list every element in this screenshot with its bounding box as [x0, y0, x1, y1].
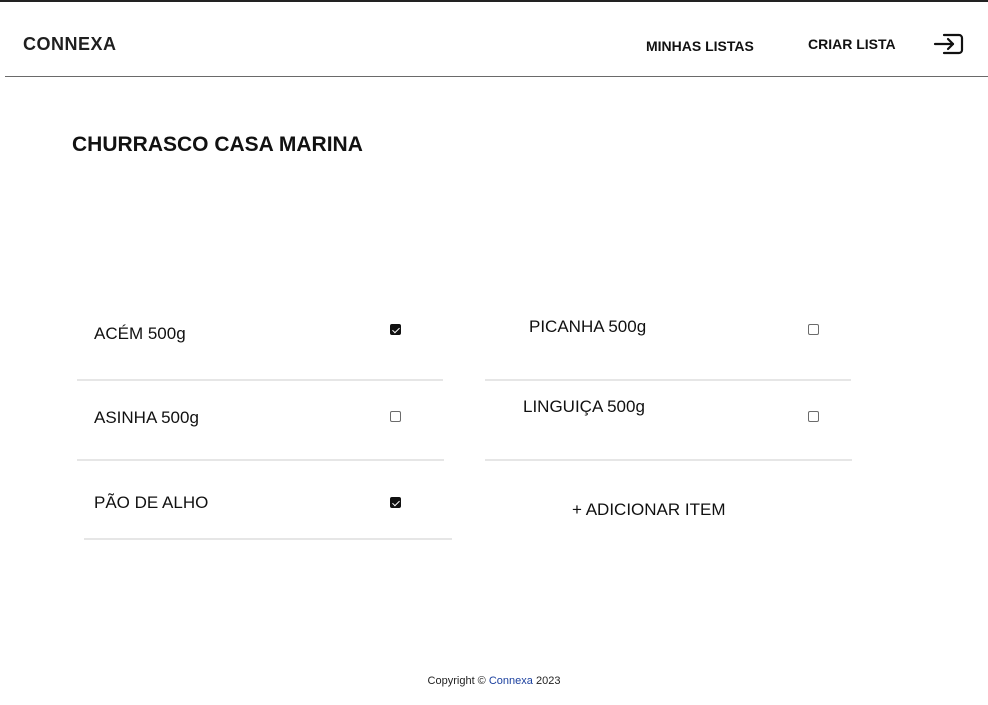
footer-brand-link[interactable]: Connexa	[489, 675, 533, 687]
connexa-logo[interactable]: CONNEXA	[23, 34, 117, 55]
list-item: LINGUIÇA 500g	[485, 379, 852, 461]
list-item: PICANHA 500g	[485, 299, 851, 381]
logout-button[interactable]	[933, 30, 965, 58]
item-label: ASINHA 500g	[94, 408, 199, 427]
list-title: CHURRASCO CASA MARINA	[72, 133, 363, 156]
copyright-year: 2023	[535, 675, 561, 687]
nav-create-list-link[interactable]: CRIAR LISTA	[808, 36, 896, 52]
item-checkbox[interactable]	[390, 324, 401, 335]
item-label: PÃO DE ALHO	[94, 493, 209, 512]
nav-my-lists-link[interactable]: MINHAS LISTAS	[646, 38, 754, 54]
item-checkbox[interactable]	[808, 411, 819, 422]
list-item: ACÉM 500g	[77, 299, 443, 381]
footer: Copyright © Connexa 2023	[0, 675, 988, 687]
item-checkbox[interactable]	[808, 324, 819, 335]
item-label: ACÉM 500g	[94, 324, 186, 343]
list-item: ASINHA 500g	[77, 379, 444, 461]
item-checkbox[interactable]	[390, 497, 401, 508]
add-item-button[interactable]: + ADICIONAR ITEM	[572, 500, 726, 520]
item-checkbox[interactable]	[390, 411, 401, 422]
item-label: LINGUIÇA 500g	[523, 397, 645, 416]
item-label: PICANHA 500g	[529, 317, 647, 336]
top-header: CONNEXA MINHAS LISTAS CRIAR LISTA	[5, 2, 988, 77]
logout-arrow-icon	[933, 33, 964, 55]
list-item: PÃO DE ALHO	[84, 458, 452, 540]
copyright-text: Copyright ©	[427, 675, 486, 687]
